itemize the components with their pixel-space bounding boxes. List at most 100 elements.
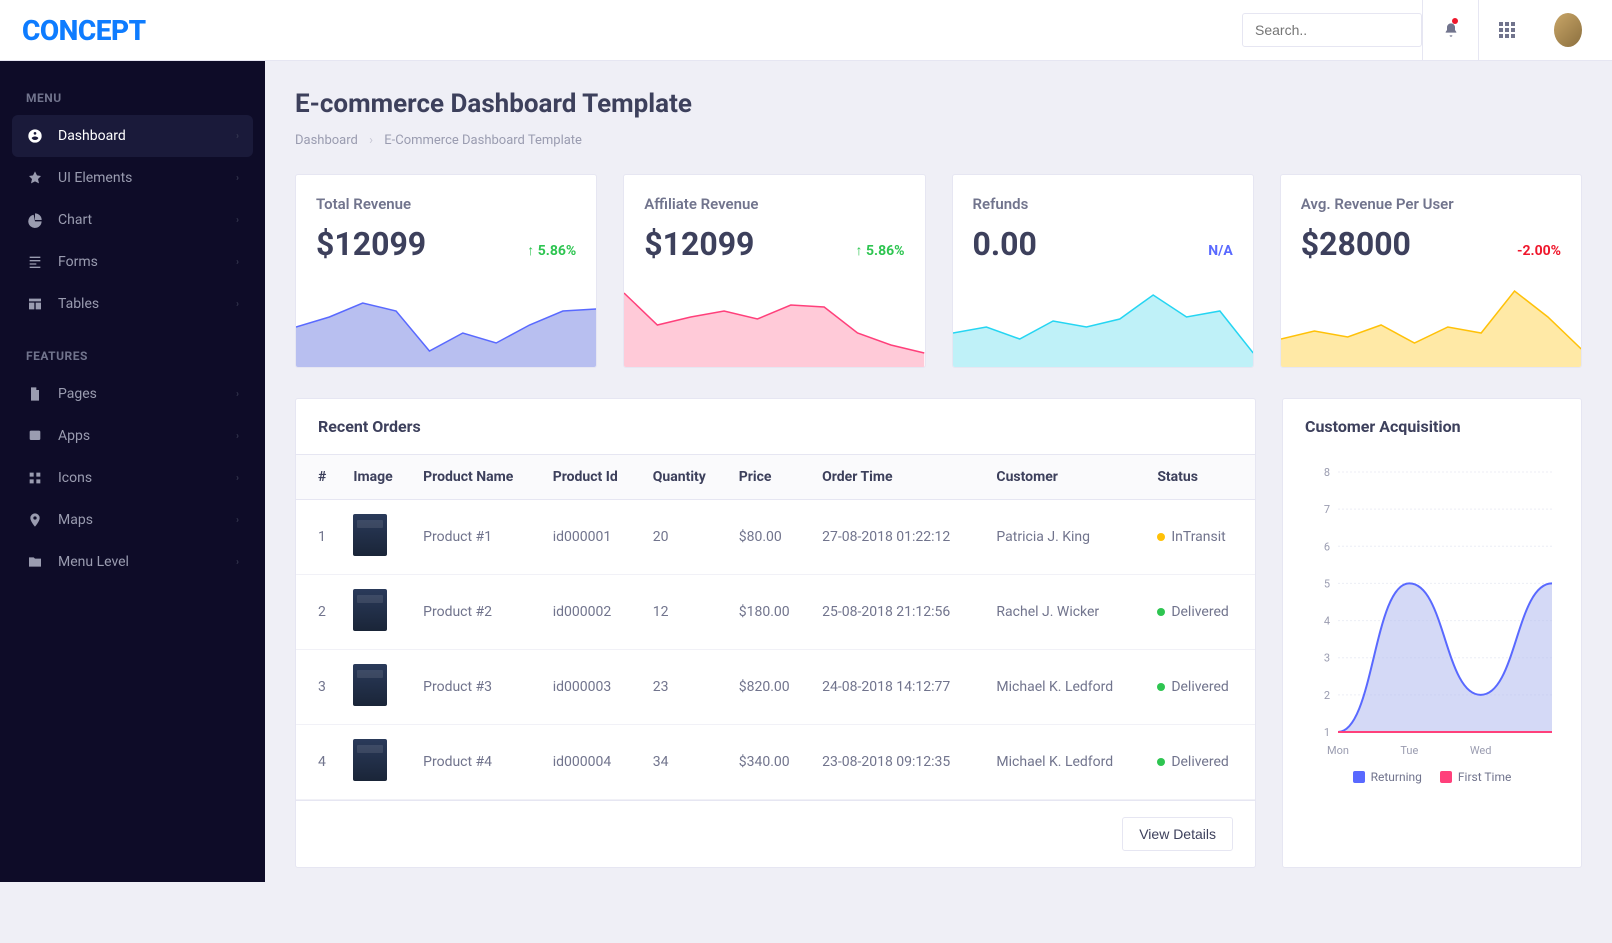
stat-change: ↑ 5.86% <box>527 242 576 259</box>
stat-label: Avg. Revenue Per User <box>1281 195 1581 213</box>
nav-label: Tables <box>58 296 99 312</box>
sidebar-item-icons[interactable]: Icons › <box>0 457 265 499</box>
top-header: CONCEPT <box>0 0 1612 61</box>
legend-returning: Returning <box>1371 770 1422 784</box>
rocket-icon <box>26 169 44 187</box>
chevron-right-icon: › <box>236 515 239 526</box>
chevron-right-icon: › <box>236 131 239 142</box>
sparkline-chart <box>1281 277 1581 367</box>
sidebar: MENU Dashboard›UI Elements›Chart›Forms›T… <box>0 61 265 882</box>
legend-first: First Time <box>1458 770 1511 784</box>
sparkline-chart <box>624 277 924 367</box>
sidebar-item-tables[interactable]: Tables › <box>0 283 265 325</box>
column-header: # <box>296 455 343 500</box>
nav-label: Icons <box>58 470 92 486</box>
column-header: Product Name <box>413 455 543 500</box>
sidebar-section-menu: MENU <box>0 81 265 115</box>
nav-label: Menu Level <box>58 554 129 570</box>
chevron-right-icon: › <box>236 389 239 400</box>
customer-acquisition-title: Customer Acquisition <box>1283 399 1581 454</box>
grid-icon <box>1499 22 1515 38</box>
sparkline-chart <box>296 277 596 367</box>
svg-text:8: 8 <box>1324 466 1330 479</box>
svg-text:5: 5 <box>1324 577 1330 590</box>
table-row[interactable]: 2Product #2id00000212$180.0025-08-2018 2… <box>296 575 1255 650</box>
svg-text:Tue: Tue <box>1400 744 1418 757</box>
stat-change: N/A <box>1208 243 1232 259</box>
chevron-right-icon: › <box>236 557 239 568</box>
sidebar-item-dashboard[interactable]: Dashboard › <box>12 115 253 157</box>
svg-text:Mon: Mon <box>1327 744 1349 757</box>
column-header: Quantity <box>643 455 729 500</box>
sparkline-chart <box>953 277 1253 367</box>
product-image <box>353 589 387 631</box>
breadcrumb: Dashboard › E-Commerce Dashboard Templat… <box>295 133 1582 148</box>
chart-legend: Returning First Time <box>1301 770 1563 784</box>
chevron-right-icon: › <box>236 473 239 484</box>
svg-text:1: 1 <box>1324 726 1330 739</box>
table-icon <box>26 295 44 313</box>
chevron-right-icon: › <box>236 173 239 184</box>
dashboard-icon <box>26 127 44 145</box>
stat-value: 0.00 <box>973 225 1037 263</box>
acquisition-chart: 12345678MonTueWed <box>1301 462 1563 762</box>
sidebar-item-forms[interactable]: Forms › <box>0 241 265 283</box>
piechart-icon <box>26 211 44 229</box>
chevron-right-icon: › <box>236 215 239 226</box>
column-header: Order Time <box>812 455 986 500</box>
stat-change: ↑ 5.86% <box>856 242 905 259</box>
sidebar-item-ui-elements[interactable]: UI Elements› <box>0 157 265 199</box>
brand-logo[interactable]: CONCEPT <box>22 14 146 47</box>
table-row[interactable]: 1Product #1id00000120$80.0027-08-2018 01… <box>296 500 1255 575</box>
main-content: E-commerce Dashboard Template Dashboard … <box>265 61 1612 896</box>
column-header: Product Id <box>543 455 643 500</box>
nav-label: Dashboard <box>58 128 126 144</box>
orders-table: #ImageProduct NameProduct IdQuantityPric… <box>296 454 1255 800</box>
folder-icon <box>26 553 44 571</box>
column-header: Price <box>729 455 812 500</box>
stat-label: Total Revenue <box>296 195 596 213</box>
stat-card-affiliate-revenue: Affiliate Revenue$12099↑ 5.86% <box>623 174 925 368</box>
status-dot-icon <box>1157 683 1165 691</box>
view-details-button[interactable]: View Details <box>1122 817 1233 851</box>
sidebar-item-chart[interactable]: Chart › <box>0 199 265 241</box>
sidebar-item-apps[interactable]: Apps› <box>0 415 265 457</box>
apps-grid-button[interactable] <box>1478 0 1534 61</box>
recent-orders-title: Recent Orders <box>296 399 1255 454</box>
breadcrumb-dashboard[interactable]: Dashboard <box>295 133 358 148</box>
svg-text:4: 4 <box>1324 615 1330 628</box>
stat-card-total-revenue: Total Revenue $12099 ↑ 5.86% <box>295 174 597 368</box>
nav-label: Chart <box>58 212 92 228</box>
user-menu[interactable] <box>1534 0 1590 61</box>
stat-label: Affiliate Revenue <box>624 195 924 213</box>
file-icon <box>26 385 44 403</box>
status-dot-icon <box>1157 533 1165 541</box>
table-row[interactable]: 3Product #3id00000323$820.0024-08-2018 1… <box>296 650 1255 725</box>
stat-value: $28000 <box>1301 225 1411 263</box>
stat-value: $12099 <box>316 225 426 263</box>
notifications-button[interactable] <box>1422 0 1478 61</box>
chevron-right-icon: › <box>236 299 239 310</box>
chevron-right-icon: › <box>236 431 239 442</box>
customer-acquisition-card: Customer Acquisition 12345678MonTueWed R… <box>1282 398 1582 868</box>
nav-label: Forms <box>58 254 98 270</box>
svg-text:6: 6 <box>1324 540 1330 553</box>
svg-text:7: 7 <box>1324 503 1330 516</box>
search-input[interactable] <box>1242 13 1422 47</box>
table-row[interactable]: 4Product #4id00000434$340.0023-08-2018 0… <box>296 725 1255 800</box>
page-title: E-commerce Dashboard Template <box>295 89 1582 119</box>
map-icon <box>26 511 44 529</box>
sidebar-item-menu-level[interactable]: Menu Level › <box>0 541 265 583</box>
product-image <box>353 664 387 706</box>
sidebar-item-pages[interactable]: Pages› <box>0 373 265 415</box>
breadcrumb-current: E-Commerce Dashboard Template <box>384 133 582 148</box>
chevron-right-icon: › <box>236 257 239 268</box>
stat-card-refunds: Refunds0.00N/A <box>952 174 1254 368</box>
icons-icon <box>26 469 44 487</box>
chevron-right-icon: › <box>369 133 373 148</box>
product-image <box>353 514 387 556</box>
nav-label: Maps <box>58 512 93 528</box>
sidebar-item-maps[interactable]: Maps › <box>0 499 265 541</box>
column-header: Customer <box>986 455 1147 500</box>
svg-text:2: 2 <box>1324 689 1330 702</box>
